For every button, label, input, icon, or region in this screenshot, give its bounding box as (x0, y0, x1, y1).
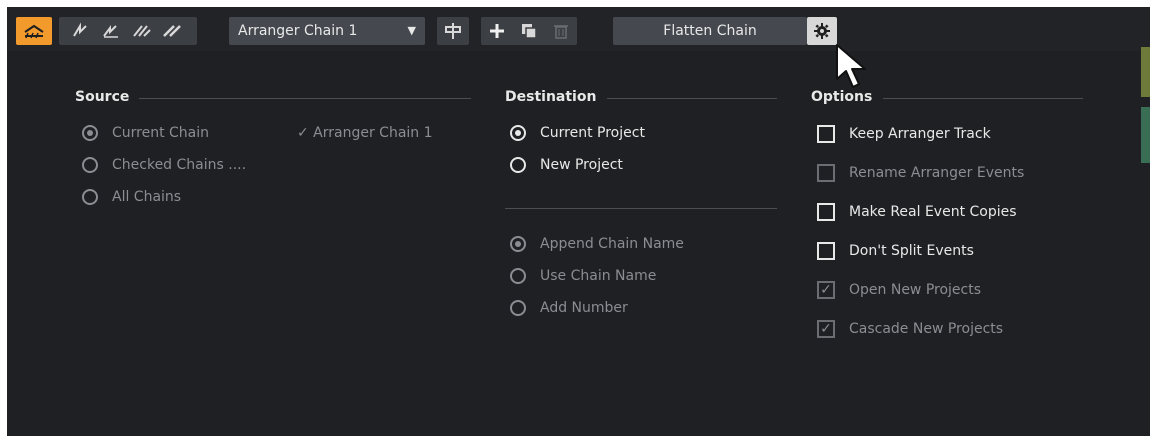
chevron-down-icon: ▼ (407, 24, 416, 37)
naming-add-number-radio[interactable]: Add Number (510, 300, 628, 316)
arranger-icon (24, 24, 44, 39)
source-checked-chains-radio[interactable]: Checked Chains .... (82, 157, 246, 173)
flatten-settings-button[interactable] (807, 17, 837, 45)
duplicate-icon[interactable] (521, 23, 537, 39)
open-new-projects-checkbox[interactable]: ✓ Open New Projects (817, 281, 981, 299)
source-all-chains-radio[interactable]: All Chains (82, 189, 181, 205)
naming-use-chain-name-radio[interactable]: Use Chain Name (510, 268, 656, 284)
gear-icon (814, 23, 830, 39)
radio-indicator (82, 125, 98, 141)
jump-beat-icon[interactable] (130, 22, 156, 40)
checkbox-box (817, 242, 835, 260)
checkbox-box (817, 164, 835, 182)
option-label: Current Chain (112, 125, 210, 141)
radio-indicator (510, 300, 526, 316)
source-title: Source (75, 89, 130, 105)
track-color-strip (1141, 47, 1150, 97)
arranger-editor-icon (445, 23, 461, 39)
flatten-chain-button[interactable]: Flatten Chain (613, 17, 807, 45)
current-chain-name: ✓ Arranger Chain 1 (297, 125, 433, 141)
option-label: Append Chain Name (540, 236, 684, 252)
checkbox-box: ✓ (817, 281, 835, 299)
radio-indicator (510, 125, 526, 141)
option-label: Keep Arranger Track (849, 126, 991, 142)
option-label: Cascade New Projects (849, 321, 1004, 337)
option-label: Rename Arranger Events (849, 165, 1025, 181)
radio-indicator (510, 268, 526, 284)
options-divider (883, 98, 1083, 99)
jump-mode-icon[interactable] (70, 22, 96, 40)
chain-actions-group (481, 17, 577, 45)
mouse-cursor-icon (836, 44, 866, 88)
source-current-chain-radio[interactable]: Current Chain (82, 125, 209, 141)
option-label: Checked Chains .... (112, 157, 247, 173)
trash-icon[interactable] (553, 23, 569, 39)
arranger-toolbar: Arranger Chain 1 ▼ Flatten Chain (7, 7, 1150, 51)
arranger-track-toggle-button[interactable] (16, 17, 52, 45)
option-label: Use Chain Name (540, 268, 657, 284)
add-icon[interactable] (489, 23, 505, 39)
chain-select-value: Arranger Chain 1 (238, 23, 358, 39)
option-label: Don't Split Events (849, 243, 974, 259)
arranger-chain-select[interactable]: Arranger Chain 1 ▼ (229, 17, 425, 45)
radio-indicator (510, 157, 526, 173)
keep-arranger-track-checkbox[interactable]: Keep Arranger Track (817, 125, 991, 143)
destination-divider (607, 98, 777, 99)
source-divider (139, 98, 471, 99)
destination-new-project-radio[interactable]: New Project (510, 157, 623, 173)
destination-current-project-radio[interactable]: Current Project (510, 125, 645, 141)
arranger-panel: Arranger Chain 1 ▼ Flatten Chain Source … (7, 7, 1150, 436)
radio-indicator (82, 157, 98, 173)
radio-indicator (82, 189, 98, 205)
options-title: Options (811, 89, 873, 105)
option-label: Make Real Event Copies (849, 204, 1017, 220)
checkbox-box (817, 203, 835, 221)
cascade-new-projects-checkbox[interactable]: ✓ Cascade New Projects (817, 320, 1003, 338)
track-color-strip (1141, 107, 1150, 163)
edit-chain-button[interactable] (437, 17, 469, 45)
option-label: Add Number (540, 300, 628, 316)
radio-indicator (510, 236, 526, 252)
jump-bar-icon[interactable] (100, 22, 126, 40)
make-real-event-copies-checkbox[interactable]: Make Real Event Copies (817, 203, 1017, 221)
option-label: Open New Projects (849, 282, 982, 298)
destination-title: Destination (505, 89, 597, 105)
naming-append-chain-name-radio[interactable]: Append Chain Name (510, 236, 684, 252)
option-label: Current Project (540, 125, 645, 141)
arranger-mode-group (59, 17, 197, 45)
option-label: New Project (540, 157, 623, 173)
checkbox-box: ✓ (817, 320, 835, 338)
rename-arranger-events-checkbox[interactable]: Rename Arranger Events (817, 164, 1024, 182)
jump-end-icon[interactable] (160, 22, 186, 40)
checkbox-box (817, 125, 835, 143)
dont-split-events-checkbox[interactable]: Don't Split Events (817, 242, 974, 260)
destination-naming-divider (505, 208, 777, 209)
option-label: All Chains (112, 189, 182, 205)
